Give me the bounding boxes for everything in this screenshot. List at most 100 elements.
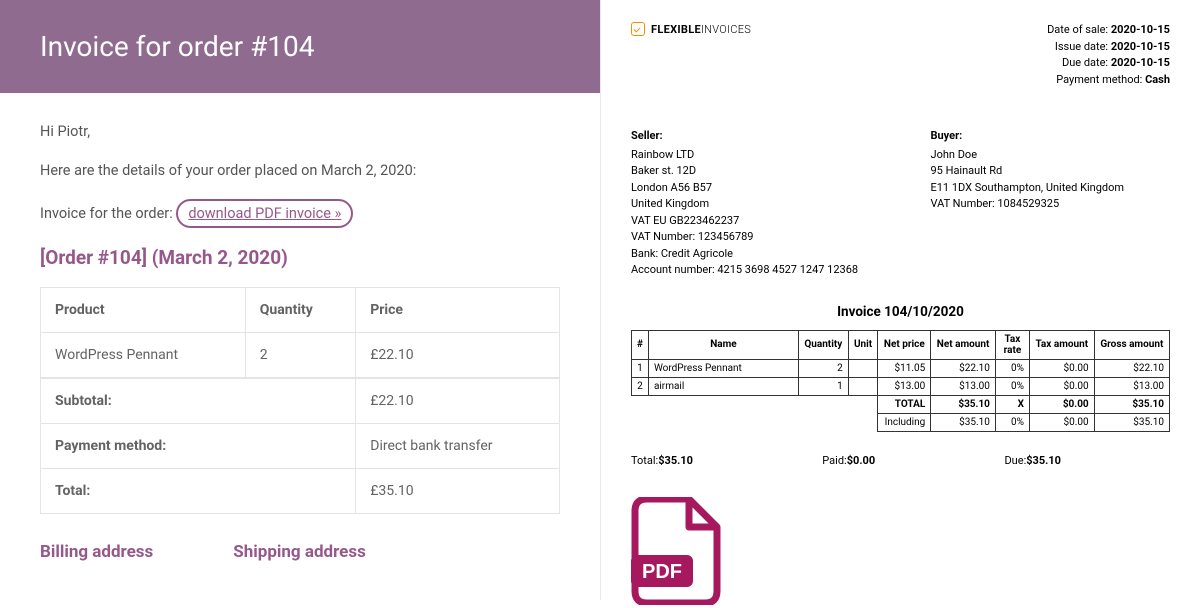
meta-due-label: Due date:	[1062, 56, 1111, 69]
cell-qty: 1	[798, 377, 848, 395]
order-heading-link[interactable]: [Order #104] (March 2, 2020)	[40, 246, 560, 269]
footer-paid-label: Paid:	[822, 454, 846, 467]
seller-vat-eu: VAT EU GB223462237	[631, 213, 871, 230]
total-row: Total: £35.10	[41, 469, 560, 514]
email-body: Hi Piotr, Here are the details of your o…	[0, 93, 600, 590]
col-quantity: Quantity	[245, 288, 356, 333]
seller-line2: London A56 B57	[631, 180, 871, 197]
total-value: £35.10	[356, 469, 560, 514]
parties: Seller: Rainbow LTD Baker st. 12D London…	[631, 128, 1170, 279]
billing-heading: Billing address	[40, 542, 153, 562]
invoice-footer-totals: Total:$35.10 Paid:$0.00 Due:$35.10	[631, 454, 1061, 467]
col-qty: Quantity	[798, 330, 848, 359]
total-label: TOTAL	[878, 395, 931, 413]
greeting-text: Hi Piotr,	[40, 121, 560, 142]
total-label: Total:	[41, 469, 356, 514]
email-preview: Invoice for order #104 Hi Piotr, Here ar…	[0, 0, 600, 600]
buyer-line2: E11 1DX Southampton, United Kingdom	[931, 180, 1171, 197]
col-net-price: Net price	[878, 330, 931, 359]
col-product: Product	[41, 288, 246, 333]
payment-value: Direct bank transfer	[356, 424, 560, 469]
brand-rest: INVOICES	[701, 23, 751, 36]
seller-name: Rainbow LTD	[631, 147, 871, 164]
cell-net-price: $13.00	[878, 377, 931, 395]
meta-sale-label: Date of sale:	[1047, 23, 1111, 36]
buyer-vat-no: VAT Number: 1084529325	[931, 196, 1171, 213]
col-tax-amount: Tax amount	[1029, 330, 1094, 359]
invoice-title: Invoice 104/10/2020	[631, 304, 1170, 320]
cell-gross: $13.00	[1094, 377, 1169, 395]
brand-strong: FLEXIBLE	[651, 23, 701, 36]
cell-tax-amount: $0.00	[1029, 377, 1094, 395]
cell-quantity: 2	[245, 333, 356, 379]
cell-qty: 2	[798, 359, 848, 377]
footer-paid-value: $0.00	[847, 454, 875, 467]
invoice-top: FLEXIBLEINVOICES Date of sale: 2020-10-1…	[631, 22, 1170, 88]
cell-unit	[848, 377, 878, 395]
details-line: Here are the details of your order place…	[40, 160, 560, 181]
cell-price: £22.10	[356, 333, 560, 379]
meta-issue-value: 2020-10-15	[1111, 40, 1170, 53]
cell-no: 1	[632, 359, 649, 377]
shipping-heading: Shipping address	[233, 542, 366, 562]
col-name: Name	[648, 330, 798, 359]
download-line: Invoice for the order: download PDF invo…	[40, 199, 560, 228]
download-pdf-link[interactable]: download PDF invoice »	[176, 199, 353, 228]
incl-net: $35.10	[931, 413, 996, 431]
payment-row: Payment method: Direct bank transfer	[41, 424, 560, 469]
inv-row: 1 WordPress Pennant 2 $11.05 $22.10 0% $…	[632, 359, 1170, 377]
pdf-file-icon: PDF	[631, 497, 721, 605]
inv-row: 2 airmail 1 $13.00 $13.00 0% $0.00 $13.0…	[632, 377, 1170, 395]
download-prefix: Invoice for the order:	[40, 205, 176, 222]
invoice-document: FLEXIBLEINVOICES Date of sale: 2020-10-1…	[600, 0, 1200, 600]
incl-tax: $0.00	[1029, 413, 1094, 431]
cell-tax-rate: 0%	[995, 377, 1029, 395]
seller-block: Seller: Rainbow LTD Baker st. 12D London…	[631, 128, 871, 279]
cell-name: airmail	[648, 377, 798, 395]
brand-logo: FLEXIBLEINVOICES	[631, 22, 751, 36]
buyer-block: Buyer: John Doe 95 Hainault Rd E11 1DX S…	[931, 128, 1171, 279]
pdf-label: PDF	[642, 561, 682, 583]
subtotal-row: Subtotal: £22.10	[41, 378, 560, 424]
total-net: $35.10	[931, 395, 996, 413]
meta-sale-value: 2020-10-15	[1111, 23, 1170, 36]
email-banner-title: Invoice for order #104	[40, 30, 560, 63]
seller-title: Seller:	[631, 128, 871, 145]
col-tax-rate: Tax rate	[995, 330, 1029, 359]
inv-total-row: TOTAL $35.10 X $0.00 $35.10	[632, 395, 1170, 413]
cell-net-amount: $22.10	[931, 359, 996, 377]
cell-no: 2	[632, 377, 649, 395]
subtotal-value: £22.10	[356, 378, 560, 424]
footer-total-label: Total:	[631, 454, 658, 467]
subtotal-label: Subtotal:	[41, 378, 356, 424]
footer-due-label: Due:	[1004, 454, 1026, 467]
meta-payment-label: Payment method:	[1056, 73, 1145, 86]
col-net-amount: Net amount	[931, 330, 996, 359]
cell-unit	[848, 359, 878, 377]
payment-label: Payment method:	[41, 424, 356, 469]
table-header-row: Product Quantity Price	[41, 288, 560, 333]
meta-due-value: 2020-10-15	[1111, 56, 1170, 69]
cell-tax-amount: $0.00	[1029, 359, 1094, 377]
incl-label: Including	[878, 413, 931, 431]
cell-gross: $22.10	[1094, 359, 1169, 377]
seller-line1: Baker st. 12D	[631, 163, 871, 180]
col-price: Price	[356, 288, 560, 333]
address-row: Billing address Shipping address	[40, 542, 560, 562]
buyer-name: John Doe	[931, 147, 1171, 164]
col-no: #	[632, 330, 649, 359]
seller-line3: United Kingdom	[631, 196, 871, 213]
seller-vat-no: VAT Number: 123456789	[631, 229, 871, 246]
footer-total-value: $35.10	[658, 454, 693, 467]
brand-text: FLEXIBLEINVOICES	[651, 23, 751, 36]
cell-name: WordPress Pennant	[648, 359, 798, 377]
order-table: Product Quantity Price WordPress Pennant…	[40, 287, 560, 514]
inv-header-row: # Name Quantity Unit Net price Net amoun…	[632, 330, 1170, 359]
incl-rate: 0%	[995, 413, 1029, 431]
invoice-meta: Date of sale: 2020-10-15 Issue date: 202…	[1047, 22, 1170, 88]
seller-bank: Bank: Credit Agricole	[631, 246, 871, 263]
footer-due-value: $35.10	[1026, 454, 1061, 467]
buyer-title: Buyer:	[931, 128, 1171, 145]
total-gross: $35.10	[1094, 395, 1169, 413]
meta-issue-label: Issue date:	[1055, 40, 1111, 53]
